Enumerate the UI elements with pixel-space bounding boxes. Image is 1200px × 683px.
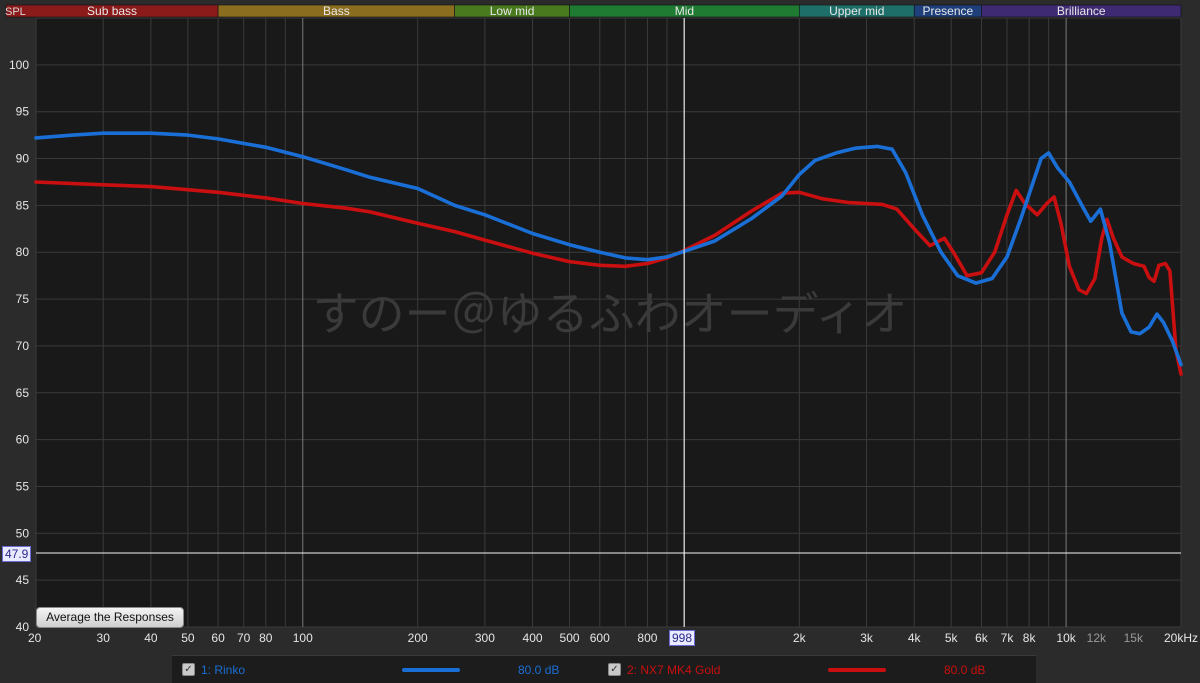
cursor-x-readout: 998 [669, 630, 696, 646]
x-tick-label: 10k [1056, 631, 1076, 645]
axis-title: SPL [5, 6, 26, 18]
nx7-legend-label: 2: NX7 MK4 Gold [627, 662, 721, 677]
x-tick-label: 50 [181, 631, 195, 645]
y-tick-label: 55 [16, 479, 30, 493]
nx7-level: 80.0 dB [944, 662, 986, 677]
x-tick-label: 200 [408, 631, 428, 645]
rinko-visibility-checkbox[interactable]: ✓ [182, 663, 195, 676]
x-tick-label: 3k [860, 631, 874, 645]
x-tick-label: 100 [293, 631, 313, 645]
nx7-legend-swatch [828, 668, 886, 672]
x-tick-label: 5k [945, 631, 959, 645]
x-tick-label: 7k [1001, 631, 1015, 645]
x-tick-label: 15k [1124, 631, 1144, 645]
band-label: Mid [675, 4, 694, 18]
y-tick-label: 65 [16, 386, 30, 400]
nx7-visibility-checkbox[interactable]: ✓ [608, 663, 621, 676]
average-responses-button[interactable]: Average the Responses [36, 607, 184, 628]
y-tick-label: 85 [16, 198, 30, 212]
watermark-text: すのー＠ゆるふわオーディオ [313, 287, 908, 341]
x-tick-labels: 20 30 40 50 60 70 80 100 200 300 400 500 600 800 2k 3k 4… [28, 631, 1198, 645]
y-tick-label: 60 [16, 433, 30, 447]
x-tick-label: 300 [475, 631, 495, 645]
x-tick-label: 6k [975, 631, 989, 645]
band-label: Brilliance [1057, 4, 1106, 18]
x-tick-label: 12k [1087, 631, 1107, 645]
x-tick-label: 60 [211, 631, 225, 645]
rinko-level: 80.0 dB [518, 662, 560, 677]
y-tick-label: 95 [16, 105, 30, 119]
y-tick-label: 100 [9, 58, 29, 72]
legend-entry-rinko: ✓ 1: Rinko [182, 656, 245, 683]
y-tick-label: 50 [16, 526, 30, 540]
x-tick-label: 20 [28, 631, 42, 645]
cursor-y-readout: 47.9 [2, 546, 32, 562]
x-tick-label: 20kHz [1164, 631, 1198, 645]
y-tick-label: 90 [16, 152, 30, 166]
x-tick-label: 400 [523, 631, 543, 645]
band-label: Upper mid [829, 4, 884, 18]
x-tick-label: 500 [560, 631, 580, 645]
x-tick-label: 70 [237, 631, 251, 645]
band-label: Low mid [490, 4, 535, 18]
rinko-legend-swatch [402, 668, 460, 672]
y-tick-label: 75 [16, 292, 30, 306]
legend-bar: ✓ 1: Rinko 80.0 dB ✓ 2: NX7 MK4 Gold 80.… [172, 655, 1036, 683]
x-tick-label: 8k [1023, 631, 1037, 645]
frequency-response-chart: Sub bass Bass Low mid Mid Upper mid Presence B… [5, 4, 1198, 645]
y-tick-label: 80 [16, 245, 30, 259]
x-tick-label: 4k [908, 631, 922, 645]
y-tick-label: 45 [16, 573, 30, 587]
y-tick-label: 70 [16, 339, 30, 353]
x-tick-label: 2k [793, 631, 807, 645]
band-label: Bass [323, 4, 350, 18]
band-label: Sub bass [87, 4, 137, 18]
x-tick-label: 30 [97, 631, 111, 645]
x-tick-label: 600 [590, 631, 610, 645]
band-label: Presence [922, 4, 973, 18]
x-tick-label: 40 [144, 631, 158, 645]
legend-entry-nx7: ✓ 2: NX7 MK4 Gold [608, 656, 720, 683]
rinko-legend-label: 1: Rinko [201, 662, 246, 677]
x-tick-label: 80 [259, 631, 273, 645]
frequency-bands: Sub bass Bass Low mid Mid Upper mid Presence B… [5, 4, 1182, 18]
x-tick-label: 800 [637, 631, 657, 645]
